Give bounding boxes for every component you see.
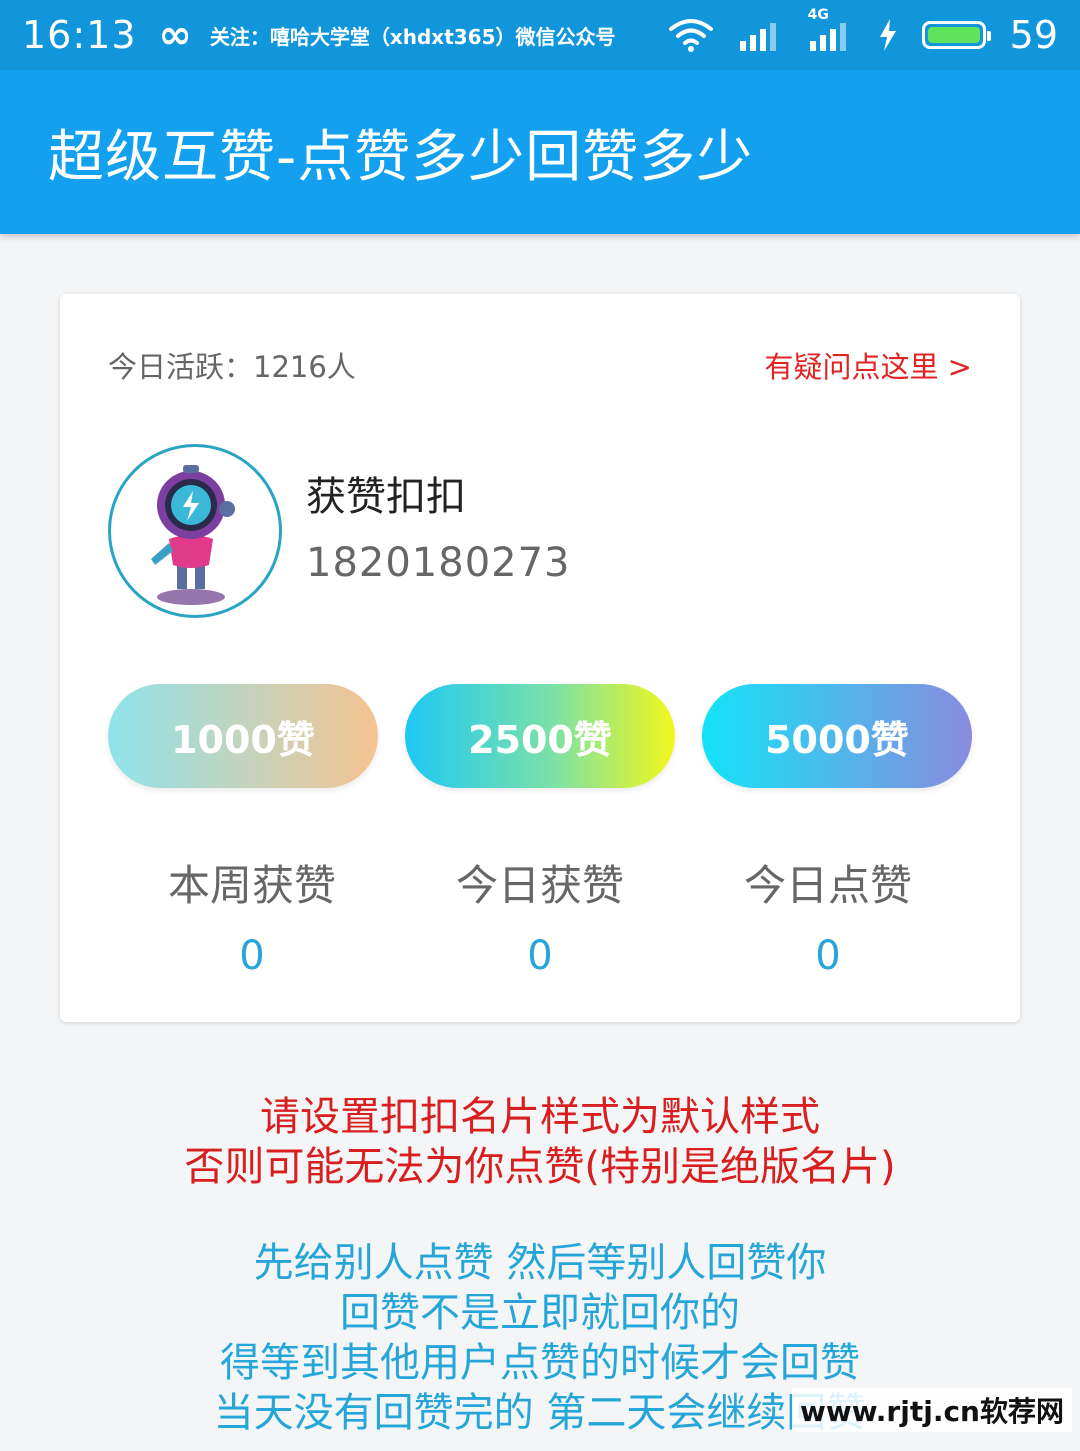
stat-value: 0 — [239, 933, 265, 979]
status-icons: 4G 59 — [668, 7, 1058, 57]
help-link[interactable]: 有疑问点这里 > — [764, 344, 972, 386]
user-name: 获赞扣扣 — [306, 474, 466, 520]
diver-character-icon — [151, 465, 235, 605]
stat-label: 今日点赞 — [743, 861, 912, 910]
stat-weekly-received: 本周获赞 0 — [102, 852, 402, 979]
stat-value: 0 — [815, 933, 841, 979]
charging-icon — [878, 19, 898, 51]
stat-today-received: 今日获赞 0 — [390, 852, 690, 979]
warning-line: 否则可能无法为你点赞(特别是绝版名片) — [184, 1144, 896, 1190]
wifi-icon — [668, 17, 714, 53]
stat-label: 今日获赞 — [455, 861, 624, 910]
infinity-icon: ∞ — [158, 12, 192, 58]
warning-line: 请设置扣扣名片样式为默认样式 — [260, 1094, 820, 1140]
profile-card: 今日活跃：1216人 有疑问点这里 > 获赞扣扣 1820180273 1000… — [60, 294, 1020, 1022]
package-5000-button[interactable]: 5000赞 — [702, 684, 972, 788]
page-title: 超级互赞-点赞多少回赞多少 — [48, 124, 754, 190]
warning-notice: 请设置扣扣名片样式为默认样式 否则可能无法为你点赞(特别是绝版名片) — [0, 1092, 1080, 1192]
package-1000-button[interactable]: 1000赞 — [108, 684, 378, 788]
avatar[interactable] — [108, 444, 282, 618]
active-today-count: 今日活跃：1216人 — [108, 350, 356, 384]
network-label: 4G — [807, 7, 829, 23]
stat-value: 0 — [527, 933, 553, 979]
info-line: 得等到其他用户点赞的时候才会回赞 — [220, 1340, 860, 1386]
status-time: 16:13 — [22, 13, 137, 57]
signal-icon — [738, 19, 784, 51]
user-id: 1820180273 — [306, 540, 571, 586]
watermark: www.rjtj.cn软荐网 — [791, 1388, 1072, 1432]
info-line: 先给别人点赞 然后等别人回赞你 — [253, 1240, 827, 1286]
app-bar: 超级互赞-点赞多少回赞多少 — [0, 70, 1080, 234]
info-line: 回赞不是立即就回你的 — [340, 1290, 740, 1336]
battery-level: 59 — [1009, 13, 1058, 57]
status-notice: 关注：嘻哈大学堂（xhdxt365）微信公众号 — [209, 24, 616, 49]
battery-fill — [927, 27, 980, 43]
battery-icon — [921, 21, 991, 49]
signal-4g-icon: 4G — [808, 7, 854, 51]
package-2500-button[interactable]: 2500赞 — [405, 684, 675, 788]
status-bar: 16:13 ∞ 关注：嘻哈大学堂（xhdxt365）微信公众号 4G 59 — [0, 0, 1080, 70]
stat-today-given: 今日点赞 0 — [678, 852, 978, 979]
stat-label: 本周获赞 — [167, 861, 336, 910]
